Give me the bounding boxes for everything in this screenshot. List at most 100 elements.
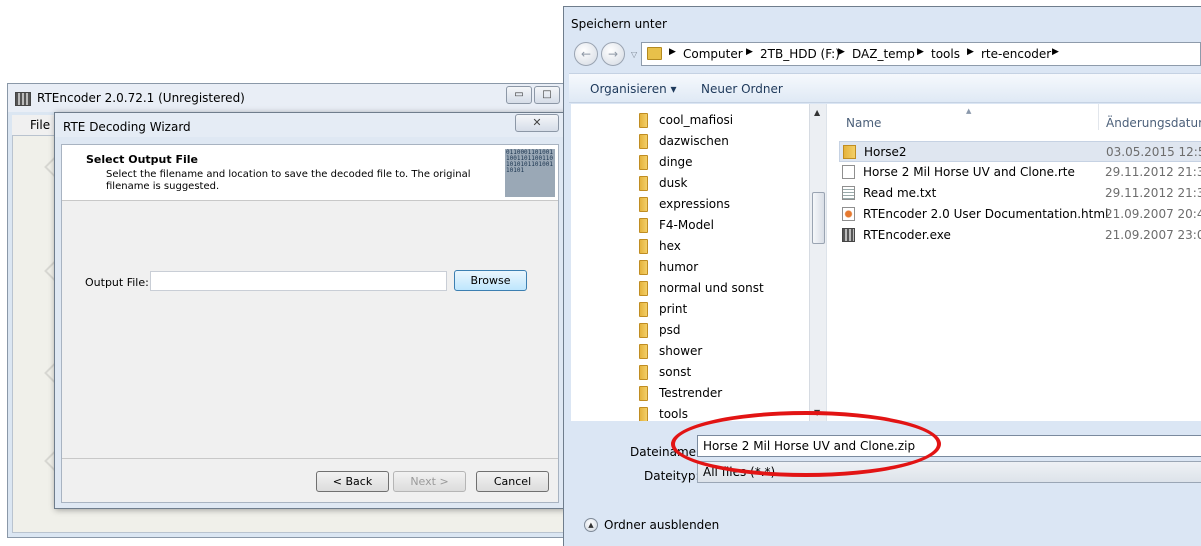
folder-icon — [639, 260, 648, 275]
breadcrumb-computer[interactable]: Computer — [683, 47, 743, 61]
tree-item-label: psd — [659, 323, 681, 337]
file-row-documentation[interactable]: RTEncoder 2.0 User Documentation.html 21… — [839, 204, 1201, 225]
breadcrumb-separator[interactable]: ▶ — [838, 47, 845, 57]
file-name: Horse 2 Mil Horse UV and Clone.rte — [863, 165, 1075, 179]
tree-item-label: F4-Model — [659, 218, 714, 232]
folder-icon — [843, 145, 856, 159]
breadcrumb-separator[interactable]: ▶ — [967, 47, 974, 57]
html-file-icon — [842, 207, 855, 221]
main-title-bar[interactable]: RTEncoder 2.0.72.1 (Unregistered) ▭ □ — [8, 84, 568, 112]
wizard-step-title: Select Output File — [86, 153, 198, 166]
chevron-up-icon: ▲ — [584, 518, 598, 532]
text-file-icon — [842, 186, 855, 200]
folder-icon — [639, 302, 648, 317]
file-date: 03.05.2015 12:54 — [1106, 145, 1201, 159]
back-button[interactable]: < Back — [316, 471, 389, 492]
file-name: Horse2 — [864, 145, 907, 159]
rtencoder-app-icon — [15, 92, 31, 106]
folder-icon — [647, 47, 662, 60]
back-nav-button[interactable]: ← — [574, 42, 598, 66]
folder-icon — [639, 344, 648, 359]
tree-item-label: hex — [659, 239, 681, 253]
file-row-horse2[interactable]: Horse2 03.05.2015 12:54 — [839, 141, 1201, 162]
tree-item-label: shower — [659, 344, 703, 358]
organize-menu-button[interactable]: Organisieren ▾ — [590, 82, 677, 96]
tree-item-label: normal und sonst — [659, 281, 764, 295]
tree-item-label: sonst — [659, 365, 692, 379]
breadcrumb-rte-encoder[interactable]: rte-encoder — [981, 47, 1051, 61]
folder-icon — [639, 323, 648, 338]
tree-item-label: cool_mafiosi — [659, 113, 734, 127]
wizard-separator — [62, 458, 558, 459]
file-row-rte[interactable]: Horse 2 Mil Horse UV and Clone.rte 29.11… — [839, 162, 1201, 183]
tree-item-label: print — [659, 302, 688, 316]
file-row-exe[interactable]: RTEncoder.exe 21.09.2007 23:00 — [839, 225, 1201, 246]
wizard-title: RTE Decoding Wizard — [63, 120, 191, 134]
hide-folders-button[interactable]: ▲ Ordner ausblenden — [584, 517, 724, 537]
output-file-input[interactable] — [150, 271, 447, 291]
file-name: Read me.txt — [863, 186, 937, 200]
breadcrumb-drive[interactable]: 2TB_HDD (F:) — [760, 47, 840, 61]
file-list: ▲ Name Änderungsdatum Horse2 03.05.2015 … — [826, 104, 1201, 421]
folder-icon — [639, 218, 648, 233]
minimize-button[interactable]: ▭ — [506, 86, 532, 104]
column-header-date[interactable]: Änderungsdatum — [1106, 116, 1201, 130]
rte-file-icon — [842, 165, 855, 179]
file-date: 29.11.2012 21:36 — [1105, 165, 1201, 179]
folder-icon — [639, 113, 648, 128]
tree-item-label: dusk — [659, 176, 688, 190]
save-dialog-title: Speichern unter — [571, 17, 667, 31]
folder-icon — [639, 155, 648, 170]
column-header-name[interactable]: Name — [846, 116, 881, 130]
breadcrumb-separator[interactable]: ▶ — [1052, 47, 1059, 57]
folder-icon — [639, 386, 648, 401]
wizard-close-button[interactable]: ✕ — [515, 114, 559, 132]
breadcrumb-separator[interactable]: ▶ — [669, 47, 676, 57]
breadcrumb-tools[interactable]: tools — [931, 47, 960, 61]
breadcrumb-separator[interactable]: ▶ — [917, 47, 924, 57]
sort-ascending-icon: ▲ — [966, 107, 972, 115]
tree-item-label: expressions — [659, 197, 730, 211]
folder-icon — [639, 281, 648, 296]
browse-button[interactable]: Browse — [454, 270, 527, 291]
filetype-label: Dateityp: — [644, 469, 700, 483]
file-row-readme[interactable]: Read me.txt 29.11.2012 21:39 — [839, 183, 1201, 204]
folder-icon — [639, 176, 648, 191]
file-date: 21.09.2007 23:00 — [1105, 228, 1201, 242]
tree-item-label: tools — [659, 407, 688, 421]
file-date: 29.11.2012 21:39 — [1105, 186, 1201, 200]
tree-item-label: Testrender — [659, 386, 723, 400]
folder-icon — [639, 239, 648, 254]
wizard-title-bar[interactable]: RTE Decoding Wizard ✕ — [55, 113, 565, 137]
folder-tree: cool_mafiosi dazwischen dinge dusk expre… — [571, 104, 827, 421]
folder-icon — [639, 365, 648, 380]
hide-folders-label: Ordner ausblenden — [604, 518, 720, 532]
forward-nav-button[interactable]: → — [601, 42, 625, 66]
maximize-button[interactable]: □ — [534, 86, 560, 104]
tree-scrollbar[interactable]: ▲ ▼ — [809, 104, 826, 421]
column-divider[interactable] — [1098, 104, 1099, 130]
wizard-step-description: Select the filename and location to save… — [106, 169, 471, 192]
next-button[interactable]: Next > — [393, 471, 466, 492]
wizard-body: Select Output File Select the filename a… — [61, 144, 559, 503]
wizard-header: Select Output File Select the filename a… — [62, 145, 558, 201]
cancel-button[interactable]: Cancel — [476, 471, 549, 492]
file-name: RTEncoder.exe — [863, 228, 951, 242]
address-bar[interactable]: ▶ Computer ▶ 2TB_HDD (F:) ▶ DAZ_temp ▶ t… — [641, 42, 1201, 66]
folder-icon — [639, 197, 648, 212]
command-toolbar: Organisieren ▾ Neuer Ordner — [569, 73, 1201, 103]
tree-item-label: humor — [659, 260, 699, 274]
new-folder-button[interactable]: Neuer Ordner — [701, 82, 783, 96]
tree-item-label: dinge — [659, 155, 693, 169]
folder-icon — [639, 134, 648, 149]
file-name: RTEncoder 2.0 User Documentation.html — [863, 207, 1109, 221]
recent-locations-dropdown[interactable]: ▽ — [631, 50, 637, 59]
scroll-up-arrow-icon[interactable]: ▲ — [814, 108, 820, 117]
folder-icon — [639, 407, 648, 421]
breadcrumb-daz-temp[interactable]: DAZ_temp — [852, 47, 915, 61]
breadcrumb-separator[interactable]: ▶ — [746, 47, 753, 57]
menu-file[interactable]: File — [30, 118, 50, 132]
tree-item-label: dazwischen — [659, 134, 729, 148]
annotation-ellipse — [671, 411, 941, 477]
scrollbar-thumb[interactable] — [812, 192, 825, 244]
